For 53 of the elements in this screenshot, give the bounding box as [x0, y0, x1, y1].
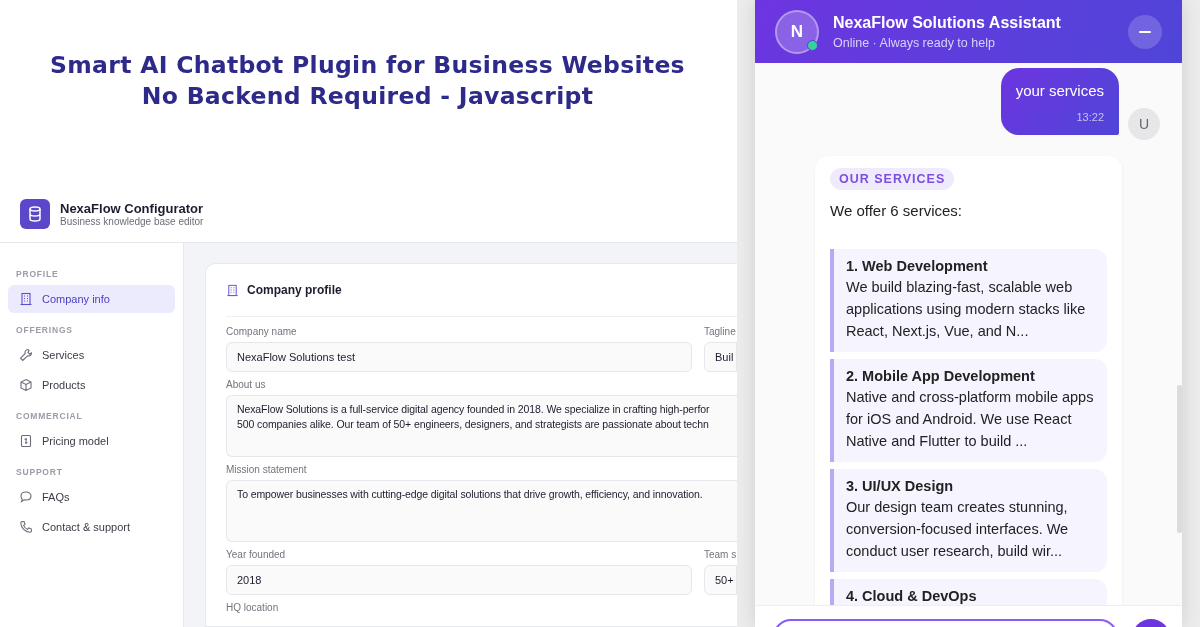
sidebar-item[interactable]: Products — [8, 371, 175, 399]
phone-icon — [19, 520, 33, 534]
service-description: We build blazing-fast, scalable web applications using modern stacks like React, Next.js, Vue, and N... — [846, 278, 1087, 341]
database-icon — [20, 198, 50, 229]
text-field[interactable]: 2018 — [226, 565, 692, 595]
app-title: NexaFlow Configurator — [60, 200, 204, 216]
bot-avatar: N — [775, 9, 819, 54]
chat-icon — [19, 490, 33, 504]
text-field[interactable]: Buil — [704, 342, 737, 372]
sidebar-item[interactable]: Company info — [8, 285, 175, 313]
receipt-icon — [19, 434, 33, 448]
section-badge: OUR SERVICES — [830, 168, 955, 190]
field-label: Tagline — [704, 326, 737, 337]
scrollbar[interactable] — [1177, 385, 1182, 533]
sidebar-item[interactable]: Contact & support — [8, 513, 175, 541]
banner-title: Smart AI Chatbot Plugin for Business Websites — [50, 50, 685, 81]
chat-status: Online · Always ready to help — [833, 35, 996, 50]
sidebar-item[interactable]: Pricing model — [8, 427, 175, 455]
banner-title: No Backend Required - Javascript — [141, 81, 594, 112]
field-label: HQ location — [226, 602, 280, 613]
service-title: 2. Mobile App Development — [846, 368, 1036, 384]
minimize-button[interactable] — [1128, 14, 1162, 49]
text-field[interactable]: NexaFlow Solutions test — [226, 342, 692, 372]
building-icon — [226, 283, 239, 297]
field-label: About us — [226, 379, 267, 390]
message-text: We offer 6 services: — [830, 202, 963, 219]
text-area[interactable]: NexaFlow Solutions is a full-service digital agency founded in 2018. We specialize in crafting high-perfor 500 companies alike. Our team of 50+ engineers, designers, and strategists are passionate about techn — [226, 395, 737, 457]
card-title: Company profile — [247, 283, 342, 297]
sidebar-item[interactable]: Services — [8, 341, 175, 369]
wrench-icon — [19, 348, 33, 362]
section-heading: COMMERCIAL — [15, 410, 84, 423]
service-title: 3. UI/UX Design — [846, 478, 955, 494]
user-avatar: U — [1128, 108, 1160, 140]
box-icon — [19, 378, 33, 392]
message-time: 13:22 — [1075, 111, 1104, 123]
section-heading: SUPPORT — [15, 466, 64, 479]
sidebar-item[interactable]: FAQs — [8, 483, 175, 511]
message-text: your services — [1015, 82, 1104, 99]
service-title: 4. Cloud & DevOps — [846, 588, 978, 604]
building-icon — [19, 292, 33, 306]
section-heading: PROFILE — [15, 268, 60, 281]
text-field[interactable]: 50+ — [704, 565, 737, 595]
field-label: Year founded — [226, 549, 287, 560]
field-label: Mission statement — [226, 464, 308, 475]
field-label: Company name — [226, 326, 298, 337]
field-label: Team s — [704, 549, 737, 560]
service-title: 1. Web Development — [846, 258, 989, 274]
text-area[interactable]: To empower businesses with cutting-edge digital solutions that drive growth, efficiency, and innovation. — [226, 480, 737, 542]
section-heading: OFFERINGS — [15, 324, 74, 337]
service-description: Our design team creates stunning, conversion-focused interfaces. We conduct user research, build wir... — [846, 498, 1070, 561]
service-description: Native and cross-platform mobile apps for iOS and Android. We use React Native and Flutter to build ... — [846, 388, 1095, 451]
chat-title: NexaFlow Solutions Assistant — [833, 13, 1062, 32]
app-subtitle: Business knowledge base editor — [60, 215, 204, 227]
